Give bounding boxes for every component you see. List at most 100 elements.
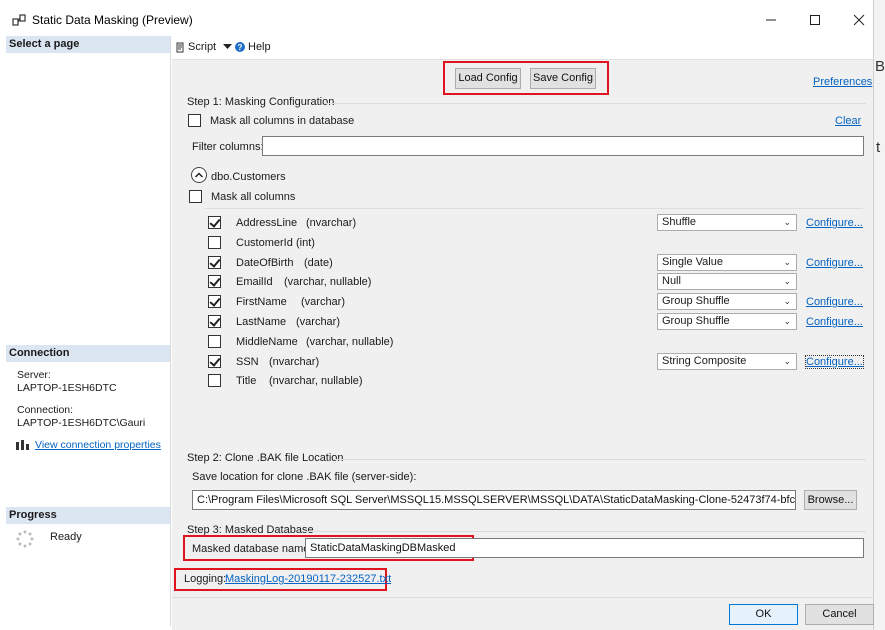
masking-function-select[interactable]: Null ⌄ <box>657 273 797 291</box>
column-type: (int) <box>296 236 315 249</box>
chevron-down-icon: ⌄ <box>783 296 791 307</box>
masking-function-select[interactable]: Group Shuffle ⌄ <box>657 313 797 330</box>
step1-title: Step 1: Masking Configuration <box>187 96 335 108</box>
title-bar: Static Data Masking (Preview) <box>0 0 885 40</box>
divider <box>306 531 866 532</box>
column-type: (varchar) <box>301 296 346 309</box>
toolbar: Script ? Help <box>172 36 873 60</box>
masking-function-value: Group Shuffle <box>662 295 730 308</box>
chevron-down-icon: ⌄ <box>783 256 791 267</box>
column-type: (varchar, nullable) <box>284 276 372 289</box>
column-checkbox[interactable] <box>208 275 221 289</box>
save-config-button[interactable]: Save Config <box>530 68 596 89</box>
column-type: (varchar, nullable) <box>306 335 394 348</box>
logging-file-link[interactable]: MaskingLog-20190117-232527.txt <box>225 573 391 585</box>
script-label: Script <box>188 41 217 53</box>
column-name: AddressLine <box>236 217 298 229</box>
save-location-input[interactable]: C:\Program Files\Microsoft SQL Server\MS… <box>192 490 796 510</box>
mask-all-db-checkbox[interactable] <box>188 114 201 127</box>
mask-all-columns-checkbox[interactable] <box>189 190 202 203</box>
close-button[interactable] <box>841 6 877 34</box>
background-window-edge: B t <box>873 0 885 630</box>
step2-title: Step 2: Clone .BAK file Location <box>187 452 344 464</box>
divider <box>205 208 863 209</box>
column-name: FirstName <box>236 296 287 309</box>
masking-function-select[interactable]: String Composite ⌄ <box>657 352 797 370</box>
chevron-down-icon: ⌄ <box>783 316 791 326</box>
column-name: LastName <box>236 316 287 328</box>
connection-value: LAPTOP-1ESH6DTC\Gauri <box>17 417 146 429</box>
server-value: LAPTOP-1ESH6DTC <box>17 382 117 394</box>
maximize-icon <box>810 15 820 25</box>
logging-label: Logging: <box>184 573 227 585</box>
help-icon: ? <box>235 42 245 52</box>
preferences-link[interactable]: Preferences <box>813 76 872 88</box>
column-name: MiddleName <box>236 335 298 348</box>
column-name: CustomerId <box>236 236 293 249</box>
column-type: (date) <box>304 256 333 269</box>
script-icon <box>176 42 184 52</box>
configure-link[interactable]: Configure... <box>806 316 863 328</box>
minimize-button[interactable] <box>753 6 789 34</box>
column-checkbox[interactable] <box>208 216 221 229</box>
filter-columns-label: Filter columns: <box>192 141 264 153</box>
column-type: (varchar) <box>296 316 341 328</box>
connection-properties-icon <box>16 440 29 450</box>
masking-function-select[interactable]: Single Value ⌄ <box>657 253 797 271</box>
background-glyph: t <box>876 139 881 156</box>
script-dropdown-button[interactable]: Script <box>175 41 233 53</box>
view-connection-properties-link[interactable]: View connection properties <box>35 439 161 451</box>
masking-function-value: Null <box>662 275 681 288</box>
chevron-down-icon: ⌄ <box>783 276 791 287</box>
column-checkbox[interactable] <box>208 295 221 309</box>
masking-function-value: Group Shuffle <box>662 315 730 327</box>
column-checkbox[interactable] <box>208 235 221 249</box>
help-label: Help <box>248 41 271 53</box>
masking-function-select[interactable]: Group Shuffle ⌄ <box>657 293 797 311</box>
window-title: Static Data Masking (Preview) <box>32 13 193 27</box>
background-glyph: B <box>875 58 885 75</box>
column-name: DateOfBirth <box>236 256 294 269</box>
load-config-button[interactable]: Load Config <box>455 68 521 89</box>
configure-link[interactable]: Configure... <box>806 257 863 269</box>
column-checkbox[interactable] <box>208 315 221 328</box>
svg-text:?: ? <box>238 43 243 52</box>
masking-function-value: Shuffle <box>662 216 697 228</box>
column-type: (nvarchar, nullable) <box>269 375 363 388</box>
progress-status: Ready <box>50 531 82 543</box>
masking-function-value: String Composite <box>662 354 747 367</box>
chevron-down-icon: ⌄ <box>783 217 791 227</box>
column-checkbox[interactable] <box>208 334 221 348</box>
configure-link[interactable]: Configure... <box>805 354 864 369</box>
table-name: dbo.Customers <box>211 171 286 183</box>
masked-db-name-input[interactable]: StaticDataMaskingDBMasked <box>305 538 864 558</box>
collapse-table-button[interactable] <box>191 167 207 183</box>
connection-label: Connection: <box>17 404 74 416</box>
configure-link[interactable]: Configure... <box>806 217 863 229</box>
progress-header: Progress <box>6 507 170 524</box>
divider <box>325 103 866 104</box>
chevron-down-icon <box>223 44 233 49</box>
minimize-icon <box>766 19 776 21</box>
masking-function-select[interactable]: Shuffle ⌄ <box>657 214 797 231</box>
column-name: SSN <box>236 355 259 368</box>
clear-link[interactable]: Clear <box>835 115 861 127</box>
masked-db-label: Masked database name: <box>192 543 313 555</box>
filter-columns-input[interactable] <box>262 136 864 156</box>
column-checkbox[interactable] <box>208 255 221 269</box>
ok-button[interactable]: OK <box>729 604 798 625</box>
masking-function-value: Single Value <box>662 255 723 268</box>
configure-link[interactable]: Configure... <box>806 296 863 308</box>
cancel-button[interactable]: Cancel <box>805 604 874 625</box>
chevron-down-icon: ⌄ <box>783 355 791 366</box>
save-location-label: Save location for clone .BAK file (serve… <box>192 471 417 483</box>
column-name: EmailId <box>236 276 273 289</box>
column-checkbox[interactable] <box>208 354 221 368</box>
chevron-up-icon <box>194 172 204 178</box>
column-name: Title <box>236 375 257 388</box>
column-checkbox[interactable] <box>208 374 221 388</box>
browse-button[interactable]: Browse... <box>804 490 857 510</box>
column-type: (nvarchar) <box>306 217 357 229</box>
maximize-button[interactable] <box>797 6 833 34</box>
help-button[interactable]: ? Help <box>235 41 271 53</box>
